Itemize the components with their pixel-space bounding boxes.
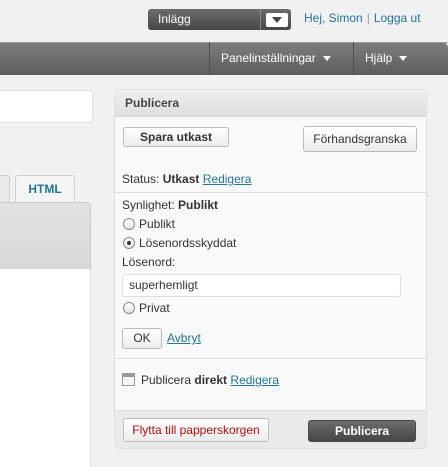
schedule-row: Publicera direkt Redigera: [122, 373, 279, 387]
howdy-link[interactable]: Hej, Simon: [304, 11, 363, 25]
password-field[interactable]: superhemligt: [122, 274, 401, 297]
divider: [115, 358, 426, 359]
favorites-divider: [260, 9, 261, 30]
radio-label: Privat: [139, 301, 170, 315]
preview-button[interactable]: Förhandsgranska: [303, 126, 417, 152]
radio-button[interactable]: [123, 218, 135, 230]
help-label: Hjälp: [365, 51, 393, 65]
password-label: Lösenord:: [122, 255, 176, 269]
chevron-down-icon[interactable]: [266, 13, 288, 27]
caret-down-icon: [399, 56, 408, 62]
admin-bar: Inlägg Hej, Simon | Logga ut: [0, 0, 448, 40]
post-title-input[interactable]: [0, 90, 93, 123]
radio-label: Lösenordsskyddat: [139, 236, 237, 250]
editor-textarea[interactable]: [0, 269, 91, 467]
favorites-dropdown[interactable]: Inlägg: [148, 9, 291, 30]
radio-private[interactable]: Privat: [123, 301, 170, 315]
divider: [115, 192, 426, 193]
status-value: Utkast: [162, 172, 200, 186]
publish-box-header[interactable]: Publicera: [115, 90, 426, 117]
publish-button[interactable]: Publicera: [308, 420, 416, 442]
schedule-value: direkt: [194, 373, 228, 387]
calendar-icon: [122, 373, 135, 386]
schedule-prefix: Publicera: [141, 373, 192, 387]
tab-html[interactable]: HTML: [15, 175, 75, 203]
separator: |: [366, 11, 370, 25]
ok-button[interactable]: OK: [122, 328, 162, 349]
help-button[interactable]: Hjälp: [353, 42, 448, 75]
screen-options-label: Panelinställningar: [221, 51, 316, 65]
edit-schedule-link[interactable]: Redigera: [230, 373, 279, 387]
radio-button-checked[interactable]: [123, 237, 135, 249]
logout-link[interactable]: Logga ut: [374, 11, 421, 25]
publish-box-title: Publicera: [125, 96, 180, 110]
visibility-row: Synlighet: Publikt: [122, 198, 218, 212]
screen-meta-bar: Panelinställningar Hjälp: [0, 42, 448, 75]
cancel-link[interactable]: Avbryt: [167, 331, 201, 345]
status-row: Status: Utkast Redigera: [122, 172, 251, 186]
publish-box: Publicera Spara utkast Förhandsgranska S…: [114, 89, 427, 449]
radio-password[interactable]: Lösenordsskyddat: [123, 236, 236, 250]
editor-toolbar: [0, 202, 91, 270]
status-label: Status:: [122, 172, 160, 186]
visibility-label: Synlighet:: [122, 198, 175, 212]
user-greeting: Hej, Simon | Logga ut: [304, 11, 421, 25]
visibility-value: Publikt: [178, 198, 219, 212]
radio-public[interactable]: Publikt: [123, 217, 175, 231]
save-draft-button[interactable]: Spara utkast: [123, 127, 229, 147]
trash-button[interactable]: Flytta till papperskorgen: [123, 418, 269, 442]
caret-down-icon: [322, 56, 331, 62]
screen-options-button[interactable]: Panelinställningar: [209, 42, 353, 75]
tab-visual[interactable]: [0, 175, 10, 203]
favorites-label: Inlägg: [158, 12, 191, 26]
edit-status-link[interactable]: Redigera: [203, 172, 252, 186]
radio-label: Publikt: [139, 217, 176, 231]
radio-button[interactable]: [123, 302, 135, 314]
